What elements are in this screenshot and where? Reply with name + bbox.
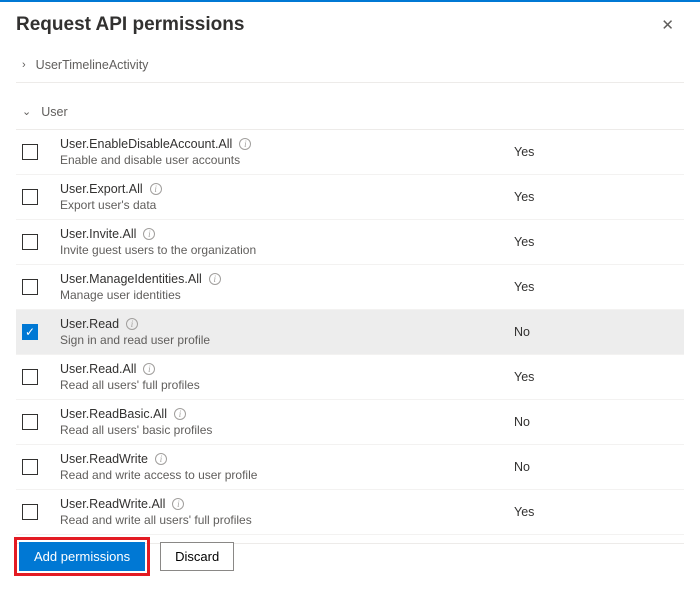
permission-name-line: User.Invite.All i — [60, 227, 504, 241]
permission-row: ✓ User.ReadWrite.All i Read and write all u… — [16, 490, 684, 535]
permission-row: ✓ User.Read i Sign in and read user profile… — [16, 310, 684, 355]
permission-name: User.Export.All — [60, 182, 143, 196]
permission-name-line: User.Read i — [60, 317, 504, 331]
close-icon[interactable]: ✕ — [655, 12, 680, 38]
add-permissions-button[interactable]: Add permissions — [19, 542, 145, 571]
permission-desc: Read and write all users' full profiles — [60, 513, 504, 527]
permission-desc: Invite guest users to the organization — [60, 243, 504, 257]
permission-name-line: User.ReadBasic.All i — [60, 407, 504, 421]
permission-name: User.ReadBasic.All — [60, 407, 167, 421]
permission-checkbox[interactable]: ✓ — [22, 324, 38, 340]
permission-list: ✓ User.EnableDisableAccount.All i Enable an… — [16, 130, 684, 535]
permission-desc: Export user's data — [60, 198, 504, 212]
permission-desc: Read all users' full profiles — [60, 378, 504, 392]
permission-row: ✓ User.ManageIdentities.All i Manage user i… — [16, 265, 684, 310]
info-icon[interactable]: i — [174, 408, 186, 420]
check-icon: ✓ — [25, 326, 35, 338]
permission-text: User.ReadWrite.All i Read and write all us… — [60, 497, 504, 527]
group-user[interactable]: ⌄ User — [16, 97, 684, 130]
permission-name-line: User.ManageIdentities.All i — [60, 272, 504, 286]
admin-consent-value: Yes — [504, 505, 684, 519]
permission-text: User.Invite.All i Invite guest users to th… — [60, 227, 504, 257]
admin-consent-value: No — [504, 325, 684, 339]
permission-row: ✓ User.Invite.All i Invite guest users to t… — [16, 220, 684, 265]
permission-text: User.Read i Sign in and read user profile — [60, 317, 504, 347]
admin-consent-value: Yes — [504, 280, 684, 294]
permission-name: User.ReadWrite.All — [60, 497, 165, 511]
info-icon[interactable]: i — [209, 273, 221, 285]
permission-name: User.EnableDisableAccount.All — [60, 137, 232, 151]
highlight-annotation: Add permissions — [14, 537, 150, 576]
permission-checkbox[interactable]: ✓ — [22, 279, 38, 295]
admin-consent-value: Yes — [504, 190, 684, 204]
admin-consent-value: No — [504, 460, 684, 474]
permission-row: ✓ User.EnableDisableAccount.All i Enable an… — [16, 130, 684, 175]
permission-text: User.ReadWrite i Read and write access to … — [60, 452, 504, 482]
permission-checkbox[interactable]: ✓ — [22, 144, 38, 160]
permissions-section: › UserTimelineActivity ⌄ User ✓ User.Enab… — [0, 50, 700, 544]
permission-name-line: User.EnableDisableAccount.All i — [60, 137, 504, 151]
permission-desc: Read and write access to user profile — [60, 468, 504, 482]
permission-desc: Manage user identities — [60, 288, 504, 302]
permission-name-line: User.Export.All i — [60, 182, 504, 196]
permission-text: User.ManageIdentities.All i Manage user id… — [60, 272, 504, 302]
discard-button[interactable]: Discard — [160, 542, 234, 571]
info-icon[interactable]: i — [126, 318, 138, 330]
permission-name: User.Read.All — [60, 362, 136, 376]
group-label: UserTimelineActivity — [36, 58, 149, 72]
permission-checkbox[interactable]: ✓ — [22, 414, 38, 430]
permission-checkbox[interactable]: ✓ — [22, 369, 38, 385]
permission-row: ✓ User.ReadWrite i Read and write access to… — [16, 445, 684, 490]
permission-checkbox[interactable]: ✓ — [22, 189, 38, 205]
admin-consent-value: Yes — [504, 145, 684, 159]
info-icon[interactable]: i — [143, 363, 155, 375]
permission-name-line: User.ReadWrite i — [60, 452, 504, 466]
permission-checkbox[interactable]: ✓ — [22, 234, 38, 250]
permission-text: User.Read.All i Read all users' full profi… — [60, 362, 504, 392]
permission-name: User.Read — [60, 317, 119, 331]
permission-name: User.ManageIdentities.All — [60, 272, 202, 286]
info-icon[interactable]: i — [172, 498, 184, 510]
permission-desc: Sign in and read user profile — [60, 333, 504, 347]
info-icon[interactable]: i — [143, 228, 155, 240]
chevron-right-icon: › — [22, 60, 26, 71]
permission-name: User.Invite.All — [60, 227, 136, 241]
permission-name: User.ReadWrite — [60, 452, 148, 466]
permission-name-line: User.ReadWrite.All i — [60, 497, 504, 511]
info-icon[interactable]: i — [239, 138, 251, 150]
admin-consent-value: Yes — [504, 370, 684, 384]
panel-footer: Add permissions Discard — [14, 537, 234, 576]
permission-desc: Read all users' basic profiles — [60, 423, 504, 437]
panel-title: Request API permissions — [16, 14, 244, 36]
permission-text: User.EnableDisableAccount.All i Enable and… — [60, 137, 504, 167]
permission-checkbox[interactable]: ✓ — [22, 504, 38, 520]
admin-consent-value: No — [504, 415, 684, 429]
permission-name-line: User.Read.All i — [60, 362, 504, 376]
permission-row: ✓ User.ReadBasic.All i Read all users' basi… — [16, 400, 684, 445]
group-label: User — [41, 105, 67, 119]
panel-header: Request API permissions ✕ — [0, 2, 700, 50]
permission-row: ✓ User.Read.All i Read all users' full prof… — [16, 355, 684, 400]
permission-checkbox[interactable]: ✓ — [22, 459, 38, 475]
chevron-down-icon: ⌄ — [22, 107, 31, 118]
info-icon[interactable]: i — [150, 183, 162, 195]
info-icon[interactable]: i — [155, 453, 167, 465]
permission-text: User.Export.All i Export user's data — [60, 182, 504, 212]
permission-desc: Enable and disable user accounts — [60, 153, 504, 167]
permission-row: ✓ User.Export.All i Export user's dataYes — [16, 175, 684, 220]
group-user-timeline-activity[interactable]: › UserTimelineActivity — [16, 50, 684, 83]
permission-text: User.ReadBasic.All i Read all users' basic… — [60, 407, 504, 437]
admin-consent-value: Yes — [504, 235, 684, 249]
